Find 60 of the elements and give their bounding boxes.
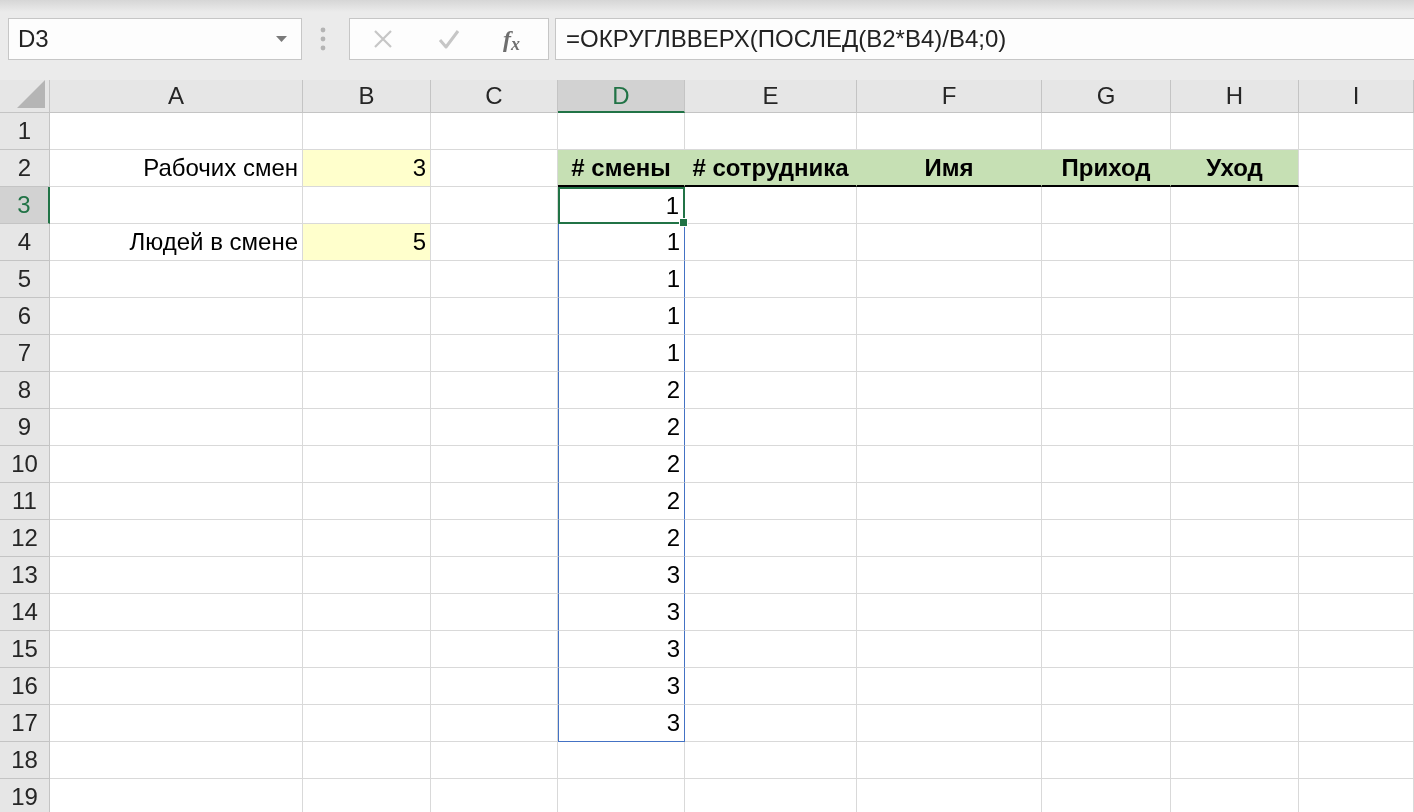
insert-function-button[interactable]: f$_{x}$: [499, 23, 524, 55]
active-cell: 1: [558, 187, 685, 224]
row-header[interactable]: 4: [0, 224, 50, 261]
row-header[interactable]: 13: [0, 557, 50, 594]
name-box[interactable]: D3: [8, 18, 302, 60]
fill-handle-icon[interactable]: [679, 218, 688, 227]
table-cell: 2: [558, 483, 685, 520]
parameter-label: Людей в смене: [129, 230, 298, 254]
table-cell: 2: [558, 409, 685, 446]
close-icon: [372, 28, 394, 50]
table-cell: 2: [558, 520, 685, 557]
row-header[interactable]: 9: [0, 409, 50, 446]
row-header[interactable]: 15: [0, 631, 50, 668]
table-cell: 1: [558, 261, 685, 298]
row-header[interactable]: 5: [0, 261, 50, 298]
row-header[interactable]: 7: [0, 335, 50, 372]
row-header[interactable]: 1: [0, 113, 50, 150]
column-header[interactable]: E: [685, 80, 857, 113]
row-header[interactable]: 12: [0, 520, 50, 557]
dropdown-caret-icon[interactable]: [276, 36, 287, 42]
table-cell: 1: [558, 224, 685, 261]
column-header[interactable]: B: [303, 80, 431, 113]
table-cell: 3: [558, 668, 685, 705]
column-header[interactable]: C: [431, 80, 558, 113]
parameter-label: Рабочих смен: [143, 156, 298, 180]
checkmark-icon: [437, 28, 460, 50]
table-cell: 3: [558, 631, 685, 668]
table-cell: 2: [558, 446, 685, 483]
table-heading-cell: Имя: [857, 150, 1042, 187]
table-heading-cell: # сотрудника: [685, 150, 857, 187]
column-header[interactable]: H: [1171, 80, 1299, 113]
row-header[interactable]: 2: [0, 150, 50, 187]
table-cell: 3: [558, 705, 685, 742]
table-cell: 1: [558, 335, 685, 372]
table-heading-cell: Уход: [1171, 150, 1299, 187]
table-cell: 2: [558, 372, 685, 409]
table-heading-cell: # смены: [558, 150, 685, 187]
row-header[interactable]: 6: [0, 298, 50, 335]
parameter-value-cell: 5: [303, 224, 431, 261]
row-header[interactable]: 16: [0, 668, 50, 705]
row-header[interactable]: 8: [0, 372, 50, 409]
table-cell: 1: [558, 298, 685, 335]
formula-field[interactable]: =ОКРУГЛВВЕРХ(ПОСЛЕД(B2*B4)/B4;0): [555, 18, 1414, 60]
row-header[interactable]: 19: [0, 779, 50, 812]
row-header[interactable]: 3: [0, 187, 50, 224]
row-header[interactable]: 14: [0, 594, 50, 631]
column-header[interactable]: A: [50, 80, 303, 113]
table-cell: 3: [558, 557, 685, 594]
row-header[interactable]: 10: [0, 446, 50, 483]
column-header[interactable]: D: [558, 80, 685, 113]
row-header[interactable]: 17: [0, 705, 50, 742]
table-cell: 3: [558, 594, 685, 631]
row-header[interactable]: 11: [0, 483, 50, 520]
table-heading-cell: Приход: [1042, 150, 1171, 187]
row-header[interactable]: 18: [0, 742, 50, 779]
grip-icon: [320, 27, 326, 51]
parameter-value-cell: 3: [303, 150, 431, 187]
column-header[interactable]: F: [857, 80, 1042, 113]
column-header[interactable]: G: [1042, 80, 1171, 113]
column-header[interactable]: I: [1299, 80, 1414, 113]
